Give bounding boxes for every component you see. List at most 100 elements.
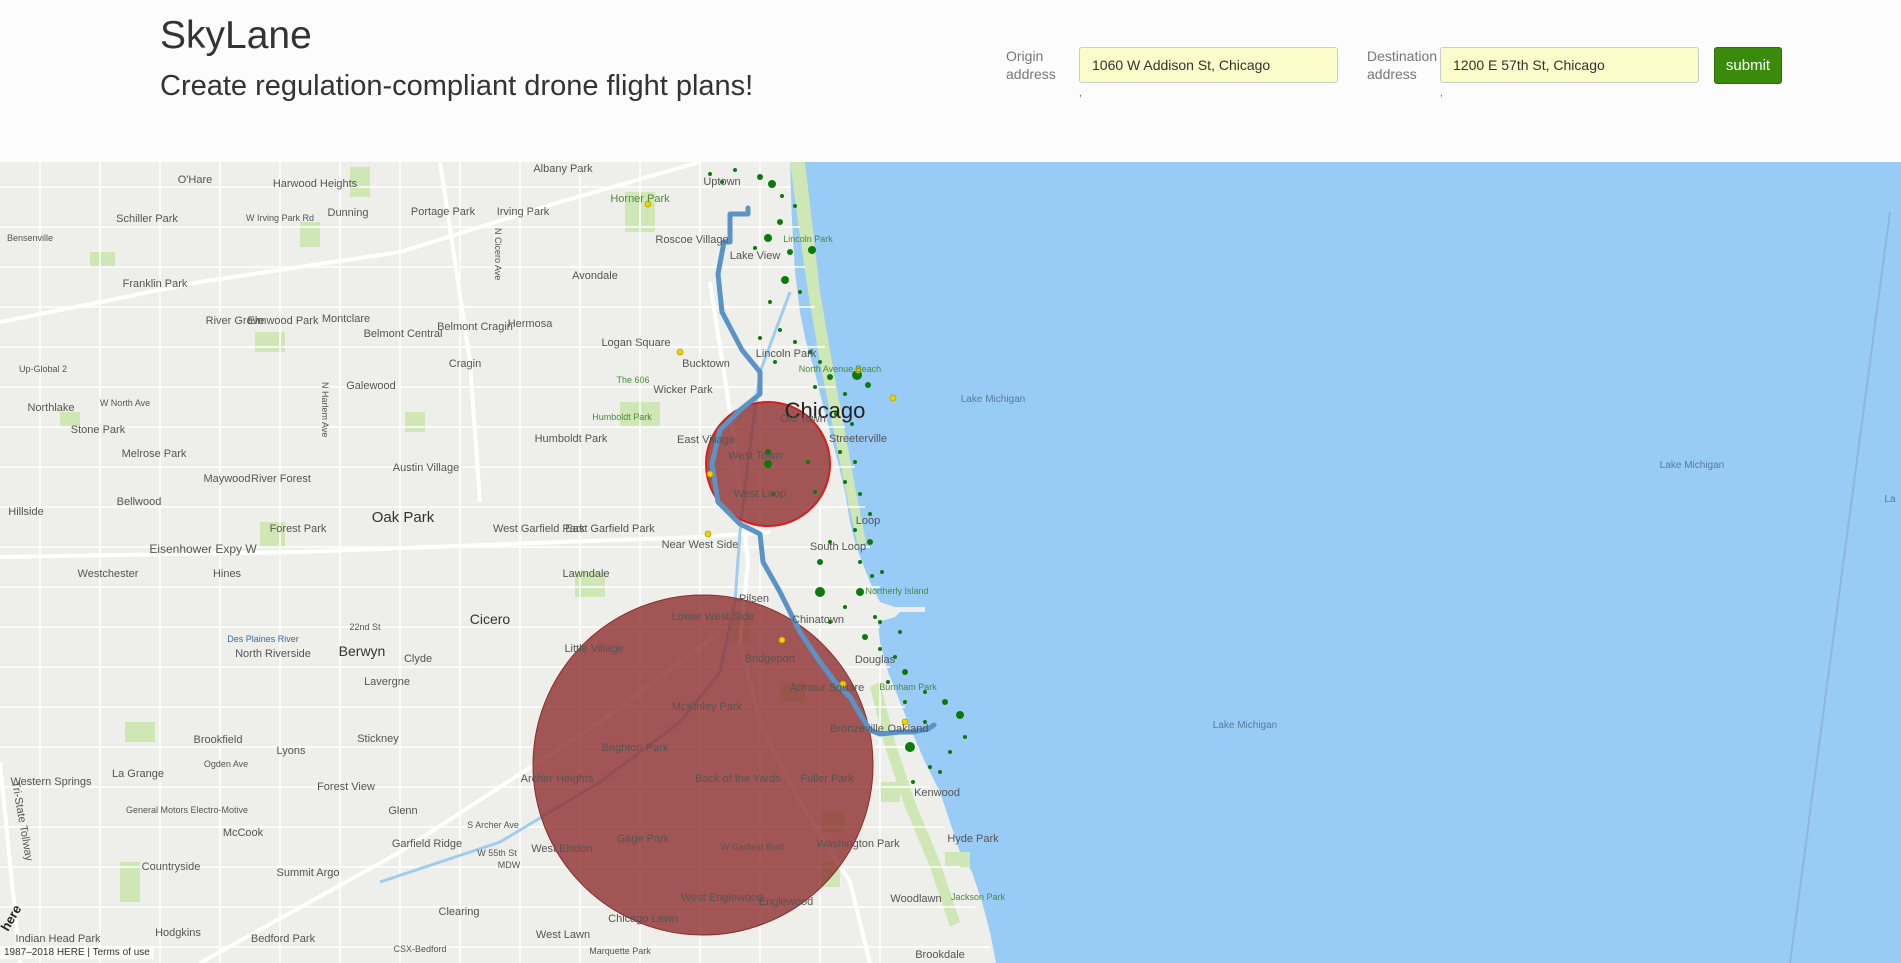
svg-text:Elmwood Park: Elmwood Park xyxy=(248,315,319,327)
svg-text:Hillside: Hillside xyxy=(8,506,43,518)
svg-text:Hines: Hines xyxy=(213,568,242,580)
svg-text:La Grange: La Grange xyxy=(112,768,164,780)
svg-text:Fuller Park: Fuller Park xyxy=(800,773,854,785)
svg-text:W North Ave: W North Ave xyxy=(100,398,150,408)
svg-text:Indian Head Park: Indian Head Park xyxy=(16,933,101,945)
svg-text:Clearing: Clearing xyxy=(439,906,480,918)
svg-text:Bucktown: Bucktown xyxy=(682,358,730,370)
svg-text:Summit Argo: Summit Argo xyxy=(277,867,340,879)
svg-text:Hermosa: Hermosa xyxy=(508,318,554,330)
destination-address-input[interactable] xyxy=(1440,47,1699,83)
svg-text:Dunning: Dunning xyxy=(328,207,369,219)
svg-text:Belmont Central: Belmont Central xyxy=(364,328,443,340)
origin-address-input[interactable] xyxy=(1079,47,1338,83)
map-attribution[interactable]: 1987–2018 HERE | Terms of use xyxy=(0,946,154,959)
svg-text:North Avenue Beach: North Avenue Beach xyxy=(799,364,881,374)
svg-text:Lincoln Park: Lincoln Park xyxy=(783,234,833,244)
svg-text:Woodlawn: Woodlawn xyxy=(890,893,941,905)
svg-text:Northerly Island: Northerly Island xyxy=(865,586,928,596)
svg-text:Ogden Ave: Ogden Ave xyxy=(204,759,248,769)
submit-button[interactable]: submit xyxy=(1714,47,1782,84)
svg-text:Lavergne: Lavergne xyxy=(364,676,410,688)
svg-text:Avondale: Avondale xyxy=(572,270,618,282)
svg-text:Des Plaines River: Des Plaines River xyxy=(227,634,299,644)
svg-text:Uptown: Uptown xyxy=(703,176,740,188)
svg-text:Washington Park: Washington Park xyxy=(816,838,900,850)
svg-text:Forest Park: Forest Park xyxy=(270,523,327,535)
svg-text:Melrose Park: Melrose Park xyxy=(122,448,187,460)
svg-text:East Garfield Park: East Garfield Park xyxy=(565,523,655,535)
svg-text:River Forest: River Forest xyxy=(251,473,311,485)
svg-text:Near West Side: Near West Side xyxy=(662,539,739,551)
map-view[interactable]: Chicago O'Hare Harwood Heights Schiller … xyxy=(0,162,1901,963)
origin-label: Origin address xyxy=(1006,48,1056,82)
svg-text:Clyde: Clyde xyxy=(404,653,432,665)
svg-text:Archer Heights: Archer Heights xyxy=(521,773,594,785)
svg-text:Humboldt Park: Humboldt Park xyxy=(592,412,652,422)
svg-text:Wicker Park: Wicker Park xyxy=(653,384,713,396)
svg-text:N Harlem Ave: N Harlem Ave xyxy=(320,382,330,437)
svg-text:Pilsen: Pilsen xyxy=(739,593,769,605)
svg-text:Albany Park: Albany Park xyxy=(533,163,593,175)
svg-text:MDW: MDW xyxy=(498,860,521,870)
svg-text:N Cicero Ave: N Cicero Ave xyxy=(493,228,503,280)
svg-text:Brookfield: Brookfield xyxy=(194,734,243,746)
svg-text:Armour Square: Armour Square xyxy=(790,682,865,694)
tagline: Create regulation-compliant drone flight… xyxy=(160,70,754,102)
destination-label: Destination address xyxy=(1367,48,1438,82)
svg-text:Bensenville: Bensenville xyxy=(7,233,53,243)
svg-text:West Englewood: West Englewood xyxy=(681,892,763,904)
svg-text:Lyons: Lyons xyxy=(277,745,306,757)
svg-text:Cicero: Cicero xyxy=(470,611,511,627)
svg-text:22nd St: 22nd St xyxy=(349,622,381,632)
svg-text:Cragin: Cragin xyxy=(449,358,481,370)
svg-text:Horner Park: Horner Park xyxy=(610,193,670,205)
svg-text:Logan Square: Logan Square xyxy=(601,337,670,349)
svg-text:Eisenhower Expy W: Eisenhower Expy W xyxy=(149,542,257,556)
svg-text:Hyde Park: Hyde Park xyxy=(947,833,999,845)
svg-text:Oak Park: Oak Park xyxy=(372,509,435,526)
svg-text:Lincoln Park: Lincoln Park xyxy=(756,348,817,360)
svg-text:Portage Park: Portage Park xyxy=(411,206,476,218)
svg-text:Brighton Park: Brighton Park xyxy=(602,742,669,754)
svg-text:Loop: Loop xyxy=(856,515,880,527)
svg-text:CSX-Bedford: CSX-Bedford xyxy=(393,944,446,954)
svg-text:O'Hare: O'Hare xyxy=(178,174,213,186)
svg-text:Old Town: Old Town xyxy=(780,413,826,425)
svg-text:Douglas: Douglas xyxy=(855,654,896,666)
svg-text:Franklin Park: Franklin Park xyxy=(123,278,188,290)
svg-text:Westchester: Westchester xyxy=(78,568,139,580)
map-canvas[interactable]: Chicago O'Hare Harwood Heights Schiller … xyxy=(0,162,1901,963)
svg-text:W Irving Park Rd: W Irving Park Rd xyxy=(246,213,314,223)
svg-text:Kenwood: Kenwood xyxy=(914,787,960,799)
svg-text:Back of the Yards: Back of the Yards xyxy=(695,773,781,785)
svg-text:Belmont Cragin: Belmont Cragin xyxy=(437,321,513,333)
svg-text:Forest View: Forest View xyxy=(317,781,375,793)
svg-text:West Town: West Town xyxy=(728,450,781,462)
svg-text:Oakland: Oakland xyxy=(888,723,929,735)
svg-text:La: La xyxy=(1884,494,1896,505)
svg-text:Lawndale: Lawndale xyxy=(562,568,609,580)
svg-text:Chicago Lawn: Chicago Lawn xyxy=(608,913,678,925)
svg-text:West Lawn: West Lawn xyxy=(536,929,590,941)
svg-text:Lower West Side: Lower West Side xyxy=(672,611,755,623)
svg-text:Chinatown: Chinatown xyxy=(792,614,844,626)
svg-text:Austin Village: Austin Village xyxy=(393,462,459,474)
svg-text:Little Village: Little Village xyxy=(564,643,623,655)
svg-text:W 55th St: W 55th St xyxy=(477,848,517,858)
svg-text:General Motors Electro-Motive: General Motors Electro-Motive xyxy=(126,805,248,815)
svg-text:Montclare: Montclare xyxy=(322,313,370,325)
svg-text:Glenn: Glenn xyxy=(388,805,417,817)
svg-text:Jackson Park: Jackson Park xyxy=(951,892,1006,902)
svg-text:The 606: The 606 xyxy=(616,375,649,385)
svg-text:Berwyn: Berwyn xyxy=(339,643,386,659)
svg-text:Garfield Ridge: Garfield Ridge xyxy=(392,838,462,850)
svg-text:Roscoe Village: Roscoe Village xyxy=(655,234,728,246)
svg-text:Bronzeville: Bronzeville xyxy=(830,723,884,735)
svg-text:Lake Michigan: Lake Michigan xyxy=(1213,720,1277,731)
svg-text:West Elsdon: West Elsdon xyxy=(531,843,593,855)
svg-text:Humboldt Park: Humboldt Park xyxy=(535,433,608,445)
svg-text:Northlake: Northlake xyxy=(27,402,74,414)
destination-hint: , xyxy=(1440,88,1443,99)
svg-text:Schiller Park: Schiller Park xyxy=(116,213,178,225)
